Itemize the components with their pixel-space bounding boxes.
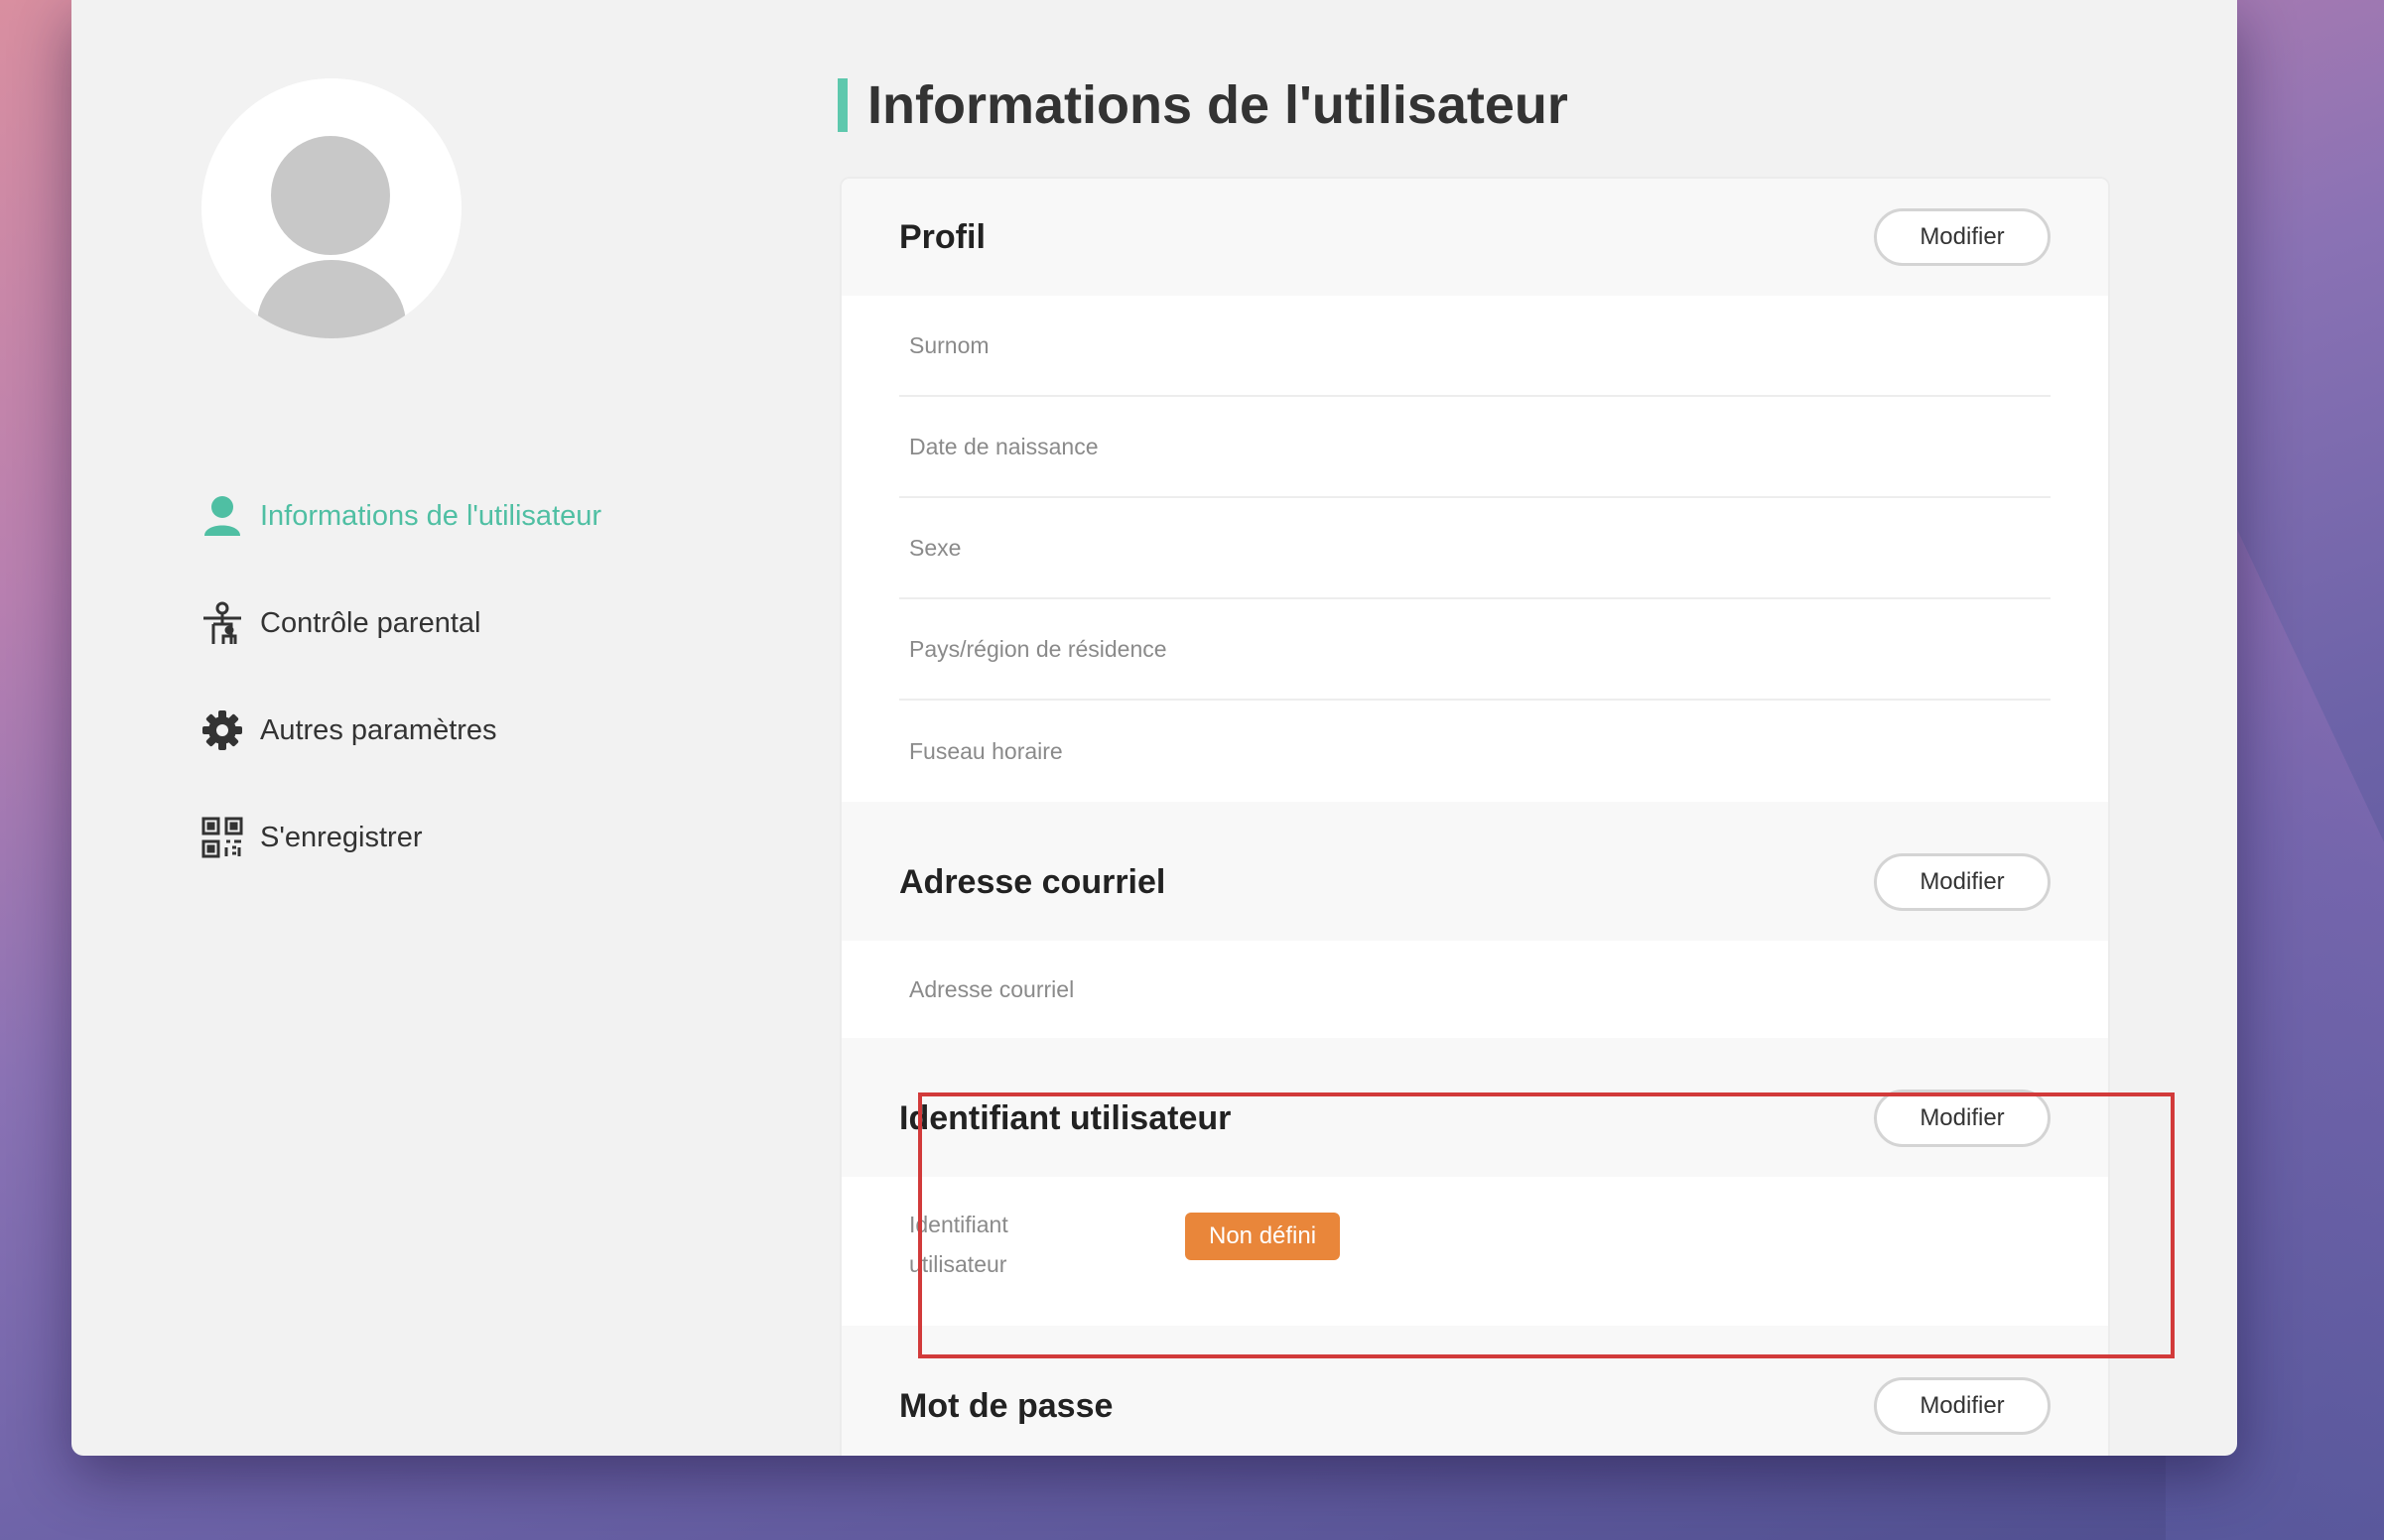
page-title-text: Informations de l'utilisateur	[867, 75, 1568, 135]
field-user-id-label-line1: Identifiant	[909, 1212, 1008, 1237]
email-section-title: Adresse courriel	[899, 862, 1166, 901]
sidebar-item-user-info[interactable]: Informations de l'utilisateur	[199, 486, 601, 546]
section-divider	[842, 802, 2108, 824]
section-divider	[842, 1038, 2108, 1060]
password-section-title: Mot de passe	[899, 1386, 1114, 1425]
status-badge: Non défini	[1185, 1213, 1341, 1260]
sidebar-item-other-settings[interactable]: Autres paramètres	[199, 701, 601, 760]
avatar-head	[271, 136, 390, 255]
field-email: Adresse courriel	[842, 941, 2108, 1038]
title-accent-bar	[838, 78, 848, 132]
password-section-header: Mot de passe Modifier	[842, 1348, 2108, 1456]
field-user-id-label: Identifiant utilisateur	[909, 1205, 1185, 1284]
field-birthdate: Date de naissance	[899, 397, 2051, 498]
profile-section-header: Profil Modifier	[842, 179, 2108, 296]
page-title: Informations de l'utilisateur	[838, 75, 1568, 135]
profile-modify-button[interactable]: Modifier	[1874, 208, 2051, 266]
email-section-header: Adresse courriel Modifier	[842, 824, 2108, 941]
sidebar-item-parental-control[interactable]: Contrôle parental	[199, 593, 601, 653]
field-nickname: Surnom	[899, 296, 2051, 397]
parental-control-icon	[199, 599, 246, 647]
profile-fields: Surnom Date de naissance Sexe Pays/régio…	[842, 296, 2108, 802]
user-icon	[199, 492, 246, 540]
avatar[interactable]	[201, 78, 462, 338]
sidebar-nav: Informations de l'utilisateur Contrôle p…	[199, 486, 601, 915]
field-gender: Sexe	[899, 498, 2051, 599]
user-id-modify-button[interactable]: Modifier	[1874, 1090, 2051, 1147]
field-email-label: Adresse courriel	[909, 975, 1075, 1002]
gear-icon	[199, 706, 246, 754]
avatar-body	[257, 260, 406, 338]
field-timezone: Fuseau horaire	[909, 737, 1063, 764]
field-user-id: Identifiant utilisateur Non défini	[842, 1177, 2108, 1326]
qr-code-icon	[199, 814, 246, 861]
user-info-card: Profil Modifier Surnom Date de naissance…	[840, 177, 2110, 1456]
section-divider	[842, 1326, 2108, 1348]
profile-section-title: Profil	[899, 217, 986, 256]
field-country: Pays/région de résidence	[899, 599, 2051, 701]
user-id-section-title: Identifiant utilisateur	[899, 1098, 1232, 1137]
sidebar-item-label: Autres paramètres	[260, 713, 497, 746]
sidebar-item-label: Contrôle parental	[260, 606, 481, 639]
user-id-section-header: Identifiant utilisateur Modifier	[842, 1060, 2108, 1177]
email-modify-button[interactable]: Modifier	[1874, 853, 2051, 911]
password-modify-button[interactable]: Modifier	[1874, 1377, 2051, 1435]
sidebar-item-label: Informations de l'utilisateur	[260, 499, 602, 532]
sidebar-item-register[interactable]: S'enregistrer	[199, 808, 601, 867]
sidebar-item-label: S'enregistrer	[260, 821, 423, 853]
app-window: Informations de l'utilisateur Contrôle p…	[71, 0, 2237, 1456]
field-user-id-label-line2: utilisateur	[909, 1251, 1007, 1277]
